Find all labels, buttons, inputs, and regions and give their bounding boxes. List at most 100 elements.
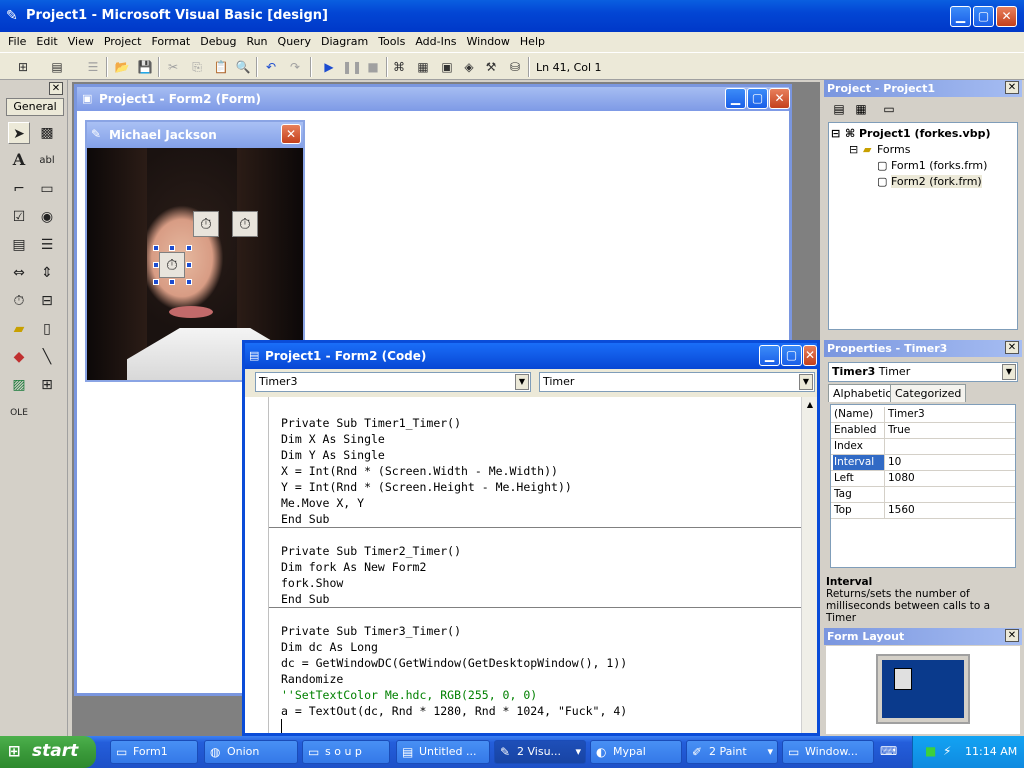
label-tool-icon[interactable]: A [8,150,30,172]
listbox-tool-icon[interactable]: ☰ [36,234,58,256]
data-view-icon[interactable]: ⛁ [506,58,524,76]
code-line[interactable]: Private Sub Timer2_Timer() [281,543,461,559]
code-line[interactable]: Dim X As Single [281,431,385,447]
selection-handle[interactable] [186,245,192,251]
view-object-icon[interactable]: ▦ [852,102,870,120]
property-row-selected[interactable]: Interval 10 [831,455,1015,471]
code-line[interactable]: Randomize [281,671,343,687]
task-form1[interactable]: ▭ Form1 [110,740,198,764]
property-value[interactable]: True [888,423,910,438]
selection-handle[interactable] [153,279,159,285]
code-line[interactable]: Private Sub Timer1_Timer() [281,415,461,431]
selection-handle[interactable] [186,279,192,285]
property-value[interactable]: 10 [888,455,901,470]
minimize-button[interactable]: ▁ [950,6,971,27]
menu-file[interactable]: File [0,32,31,48]
form-designer-title-bar[interactable]: ▣ Project1 - Form2 (Form) ▁ ▢ ✕ [77,87,790,111]
timer-tool-icon[interactable]: ⏱ [8,290,30,312]
start-button[interactable]: ⊞ start [0,736,96,768]
code-line[interactable]: End Sub [281,591,329,607]
property-value[interactable]: Timer3 [888,407,925,422]
pointer-tool-icon[interactable]: ➤ [8,122,30,144]
code-line[interactable]: Me.Move X, Y [281,495,364,511]
code-line[interactable]: dc = GetWindowDC(GetWindow(GetDesktopWin… [281,655,627,671]
selection-handle[interactable] [169,245,175,251]
mj-form-close-button[interactable]: ✕ [281,124,301,144]
menu-help[interactable]: Help [515,32,550,48]
tray-app-icon[interactable]: ■ [925,744,936,758]
property-row[interactable]: Left 1080 [831,471,1015,487]
object-combo[interactable]: Timer3 ▼ [255,372,531,392]
code-line[interactable]: Y = Int(Rnd * (Screen.Height - Me.Height… [281,479,572,495]
property-value[interactable]: 1080 [888,471,915,486]
timer2-control[interactable]: ⏱ [232,211,258,237]
save-project-icon[interactable]: 💾 [136,58,154,76]
code-maximize-button[interactable]: ▢ [781,345,802,366]
frame-tool-icon[interactable]: ⌐ [8,178,30,200]
property-row[interactable]: Tag [831,487,1015,503]
dirlistbox-tool-icon[interactable]: ▰ [8,318,30,340]
image-tool-icon[interactable]: ▨ [8,374,30,396]
menu-diagram[interactable]: Diagram [316,32,373,48]
keyboard-icon[interactable]: ⌨ [880,744,897,758]
picturebox-tool-icon[interactable]: ▩ [36,122,58,144]
code-line[interactable]: End Sub [281,511,329,527]
selection-handle[interactable] [153,245,159,251]
filelistbox-tool-icon[interactable]: ▯ [36,318,58,340]
property-row[interactable]: Enabled True [831,423,1015,439]
task-visual-basic[interactable]: ✎ 2 Visu... ▾ [494,740,586,764]
timer1-control[interactable]: ⏱ [193,211,219,237]
scroll-up-icon[interactable]: ▲ [803,398,817,412]
ole-tool-icon[interactable]: OLE [8,402,30,424]
task-onion[interactable]: ◍ Onion [204,740,298,764]
undo-icon[interactable]: ↶ [262,58,280,76]
menu-debug[interactable]: Debug [195,32,241,48]
commandbutton-tool-icon[interactable]: ▭ [36,178,58,200]
code-vertical-scrollbar[interactable]: ▲ [801,397,817,733]
selection-handle[interactable] [153,262,159,268]
break-icon[interactable]: ❚❚ [342,58,362,76]
timer3-control[interactable]: ⏱ [159,252,185,278]
close-button[interactable]: ✕ [996,6,1017,27]
vscrollbar-tool-icon[interactable]: ⇕ [36,262,58,284]
view-code-icon[interactable]: ▤ [830,102,848,120]
menu-edit[interactable]: Edit [31,32,62,48]
combobox-tool-icon[interactable]: ▤ [8,234,30,256]
find-icon[interactable]: 🔍 [234,58,252,76]
form-layout-icon[interactable]: ▣ [438,58,456,76]
form-position-preview[interactable] [894,668,912,690]
properties-object-combo[interactable]: Timer3 Timer ▼ [828,362,1018,382]
property-row[interactable]: Index [831,439,1015,455]
task-paint[interactable]: ✐ 2 Paint ▾ [686,740,778,764]
code-line[interactable]: X = Int(Rnd * (Screen.Width - Me.Width)) [281,463,558,479]
vb-app-icon[interactable]: ✎ [6,8,18,24]
menu-query[interactable]: Query [273,32,316,48]
properties-close-icon[interactable]: ✕ [1005,341,1019,354]
end-icon[interactable]: ■ [364,58,382,76]
menu-run[interactable]: Run [241,32,272,48]
form-layout-close-icon[interactable]: ✕ [1005,629,1019,642]
paste-icon[interactable]: 📋 [212,58,230,76]
form-maximize-button[interactable]: ▢ [747,88,768,109]
tab-alphabetic[interactable]: Alphabetic [828,384,897,402]
task-untitled[interactable]: ▤ Untitled ... [396,740,490,764]
menu-add-ins[interactable]: Add-Ins [410,32,461,48]
add-form-icon[interactable]: ▤ [48,58,66,76]
maximize-button[interactable]: ▢ [973,6,994,27]
code-comment-line[interactable]: ''SetTextColor Me.hdc, RGB(255, 0, 0) [281,687,537,703]
code-minimize-button[interactable]: ▁ [759,345,780,366]
menu-editor-icon[interactable]: ☰ [84,58,102,76]
chevron-down-icon[interactable]: ▼ [799,374,813,390]
selection-handle[interactable] [169,279,175,285]
code-window[interactable]: ▤ Project1 - Form2 (Code) ▁ ▢ ✕ Timer3 ▼… [242,340,820,736]
code-close-button[interactable]: ✕ [803,345,817,366]
task-window[interactable]: ▭ Window... [782,740,874,764]
chevron-down-icon[interactable]: ▼ [515,374,529,390]
properties-window-icon[interactable]: ▦ [414,58,432,76]
code-line[interactable]: Dim fork As New Form2 [281,559,426,575]
menu-view[interactable]: View [63,32,99,48]
menu-window[interactable]: Window [462,32,515,48]
property-value[interactable]: 1560 [888,503,915,518]
chevron-down-icon[interactable]: ▼ [1002,364,1016,380]
checkbox-tool-icon[interactable]: ☑ [8,206,30,228]
